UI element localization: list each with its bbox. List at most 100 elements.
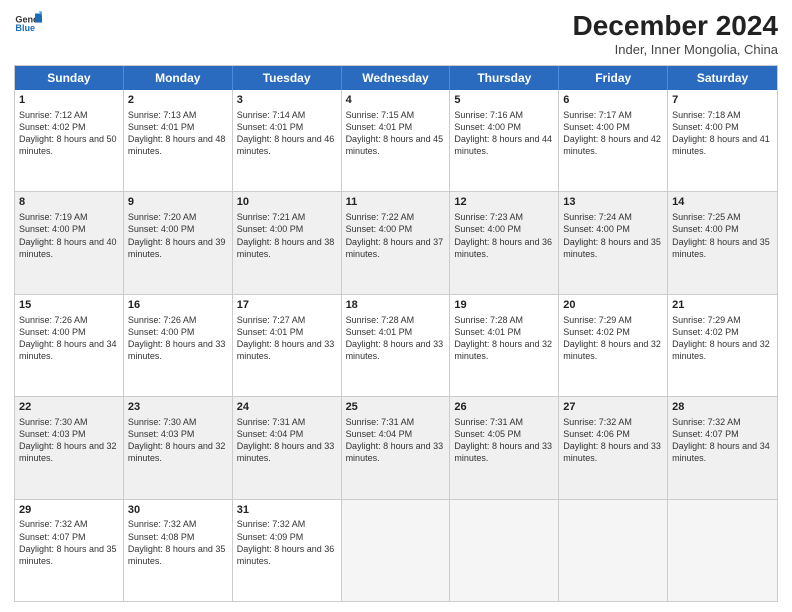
logo-icon: General Blue <box>14 10 42 38</box>
logo: General Blue General Blue <box>14 10 42 38</box>
title-block: December 2024 Inder, Inner Mongolia, Chi… <box>573 10 778 57</box>
day-number: 5 <box>454 93 554 108</box>
day-number: 25 <box>346 400 446 415</box>
day-number: 27 <box>563 400 663 415</box>
calendar-week-1: 1Sunrise: 7:12 AMSunset: 4:02 PMDaylight… <box>15 90 777 192</box>
day-number: 11 <box>346 195 446 210</box>
day-info: Sunrise: 7:32 AMSunset: 4:08 PMDaylight:… <box>128 519 226 565</box>
page-container: General Blue General Blue December 2024 … <box>0 0 792 612</box>
day-number: 21 <box>672 298 773 313</box>
day-info: Sunrise: 7:16 AMSunset: 4:00 PMDaylight:… <box>454 110 552 156</box>
day-cell-27: 27 Sunrise: 7:32 AMSunset: 4:06 PMDayligh… <box>559 397 668 498</box>
calendar: SundayMondayTuesdayWednesdayThursdayFrid… <box>14 65 778 602</box>
calendar-header: SundayMondayTuesdayWednesdayThursdayFrid… <box>15 66 777 90</box>
day-number: 31 <box>237 503 337 518</box>
day-info: Sunrise: 7:15 AMSunset: 4:01 PMDaylight:… <box>346 110 444 156</box>
day-info: Sunrise: 7:32 AMSunset: 4:07 PMDaylight:… <box>19 519 117 565</box>
day-info: Sunrise: 7:26 AMSunset: 4:00 PMDaylight:… <box>128 315 226 361</box>
calendar-week-5: 29Sunrise: 7:32 AMSunset: 4:07 PMDayligh… <box>15 500 777 601</box>
day-info: Sunrise: 7:27 AMSunset: 4:01 PMDaylight:… <box>237 315 335 361</box>
empty-cell <box>450 500 559 601</box>
day-cell-30: 30Sunrise: 7:32 AMSunset: 4:08 PMDayligh… <box>124 500 233 601</box>
day-info: Sunrise: 7:17 AMSunset: 4:00 PMDaylight:… <box>563 110 661 156</box>
day-number: 19 <box>454 298 554 313</box>
day-header-monday: Monday <box>124 66 233 90</box>
day-number: 15 <box>19 298 119 313</box>
day-info: Sunrise: 7:13 AMSunset: 4:01 PMDaylight:… <box>128 110 226 156</box>
day-number: 12 <box>454 195 554 210</box>
day-info: Sunrise: 7:26 AMSunset: 4:00 PMDaylight:… <box>19 315 117 361</box>
day-cell-16: 16 Sunrise: 7:26 AMSunset: 4:00 PMDayligh… <box>124 295 233 396</box>
day-number: 7 <box>672 93 773 108</box>
day-info: Sunrise: 7:32 AMSunset: 4:06 PMDaylight:… <box>563 417 661 463</box>
day-info: Sunrise: 7:29 AMSunset: 4:02 PMDaylight:… <box>563 315 661 361</box>
day-info: Sunrise: 7:25 AMSunset: 4:00 PMDaylight:… <box>672 212 770 258</box>
day-cell-21: 21 Sunrise: 7:29 AMSunset: 4:02 PMDayligh… <box>668 295 777 396</box>
day-cell-24: 24 Sunrise: 7:31 AMSunset: 4:04 PMDayligh… <box>233 397 342 498</box>
day-info: Sunrise: 7:19 AMSunset: 4:00 PMDaylight:… <box>19 212 117 258</box>
day-number: 24 <box>237 400 337 415</box>
day-cell-18: 18 Sunrise: 7:28 AMSunset: 4:01 PMDayligh… <box>342 295 451 396</box>
calendar-week-3: 15 Sunrise: 7:26 AMSunset: 4:00 PMDayligh… <box>15 295 777 397</box>
day-info: Sunrise: 7:14 AMSunset: 4:01 PMDaylight:… <box>237 110 335 156</box>
day-cell-13: 13 Sunrise: 7:24 AMSunset: 4:00 PMDayligh… <box>559 192 668 293</box>
day-number: 13 <box>563 195 663 210</box>
day-cell-26: 26Sunrise: 7:31 AMSunset: 4:05 PMDayligh… <box>450 397 559 498</box>
day-number: 2 <box>128 93 228 108</box>
day-cell-17: 17 Sunrise: 7:27 AMSunset: 4:01 PMDayligh… <box>233 295 342 396</box>
day-number: 10 <box>237 195 337 210</box>
day-number: 9 <box>128 195 228 210</box>
empty-cell <box>559 500 668 601</box>
day-number: 22 <box>19 400 119 415</box>
day-cell-4: 4 Sunrise: 7:15 AMSunset: 4:01 PMDaylight… <box>342 90 451 191</box>
day-number: 23 <box>128 400 228 415</box>
day-header-tuesday: Tuesday <box>233 66 342 90</box>
day-cell-23: 23 Sunrise: 7:30 AMSunset: 4:03 PMDayligh… <box>124 397 233 498</box>
calendar-week-2: 8 Sunrise: 7:19 AMSunset: 4:00 PMDaylight… <box>15 192 777 294</box>
day-info: Sunrise: 7:31 AMSunset: 4:04 PMDaylight:… <box>237 417 335 463</box>
day-number: 17 <box>237 298 337 313</box>
page-header: General Blue General Blue December 2024 … <box>14 10 778 57</box>
month-title: December 2024 <box>573 10 778 42</box>
day-cell-11: 11 Sunrise: 7:22 AMSunset: 4:00 PMDayligh… <box>342 192 451 293</box>
day-number: 8 <box>19 195 119 210</box>
subtitle: Inder, Inner Mongolia, China <box>573 42 778 57</box>
day-info: Sunrise: 7:29 AMSunset: 4:02 PMDaylight:… <box>672 315 770 361</box>
day-cell-1: 1Sunrise: 7:12 AMSunset: 4:02 PMDaylight… <box>15 90 124 191</box>
day-cell-7: 7 Sunrise: 7:18 AMSunset: 4:00 PMDaylight… <box>668 90 777 191</box>
day-cell-9: 9 Sunrise: 7:20 AMSunset: 4:00 PMDaylight… <box>124 192 233 293</box>
day-number: 28 <box>672 400 773 415</box>
empty-cell <box>342 500 451 601</box>
day-header-sunday: Sunday <box>15 66 124 90</box>
day-cell-20: 20 Sunrise: 7:29 AMSunset: 4:02 PMDayligh… <box>559 295 668 396</box>
day-info: Sunrise: 7:32 AMSunset: 4:09 PMDaylight:… <box>237 519 335 565</box>
calendar-week-4: 22 Sunrise: 7:30 AMSunset: 4:03 PMDayligh… <box>15 397 777 499</box>
day-info: Sunrise: 7:23 AMSunset: 4:00 PMDaylight:… <box>454 212 552 258</box>
day-header-thursday: Thursday <box>450 66 559 90</box>
day-number: 20 <box>563 298 663 313</box>
day-number: 26 <box>454 400 554 415</box>
day-number: 14 <box>672 195 773 210</box>
day-number: 30 <box>128 503 228 518</box>
day-info: Sunrise: 7:21 AMSunset: 4:00 PMDaylight:… <box>237 212 335 258</box>
day-number: 18 <box>346 298 446 313</box>
day-cell-5: 5 Sunrise: 7:16 AMSunset: 4:00 PMDaylight… <box>450 90 559 191</box>
day-header-saturday: Saturday <box>668 66 777 90</box>
day-info: Sunrise: 7:28 AMSunset: 4:01 PMDaylight:… <box>346 315 444 361</box>
day-number: 16 <box>128 298 228 313</box>
day-info: Sunrise: 7:20 AMSunset: 4:00 PMDaylight:… <box>128 212 226 258</box>
day-info: Sunrise: 7:30 AMSunset: 4:03 PMDaylight:… <box>128 417 226 463</box>
day-number: 4 <box>346 93 446 108</box>
day-info: Sunrise: 7:22 AMSunset: 4:00 PMDaylight:… <box>346 212 444 258</box>
day-info: Sunrise: 7:31 AMSunset: 4:04 PMDaylight:… <box>346 417 444 463</box>
day-cell-6: 6Sunrise: 7:17 AMSunset: 4:00 PMDaylight… <box>559 90 668 191</box>
day-info: Sunrise: 7:18 AMSunset: 4:00 PMDaylight:… <box>672 110 770 156</box>
day-number: 1 <box>19 93 119 108</box>
day-cell-22: 22Sunrise: 7:30 AMSunset: 4:03 PMDayligh… <box>15 397 124 498</box>
day-cell-3: 3Sunrise: 7:14 AMSunset: 4:01 PMDaylight… <box>233 90 342 191</box>
day-info: Sunrise: 7:24 AMSunset: 4:00 PMDaylight:… <box>563 212 661 258</box>
day-cell-25: 25 Sunrise: 7:31 AMSunset: 4:04 PMDayligh… <box>342 397 451 498</box>
svg-text:Blue: Blue <box>15 23 35 33</box>
day-info: Sunrise: 7:32 AMSunset: 4:07 PMDaylight:… <box>672 417 770 463</box>
calendar-body: 1Sunrise: 7:12 AMSunset: 4:02 PMDaylight… <box>15 90 777 601</box>
